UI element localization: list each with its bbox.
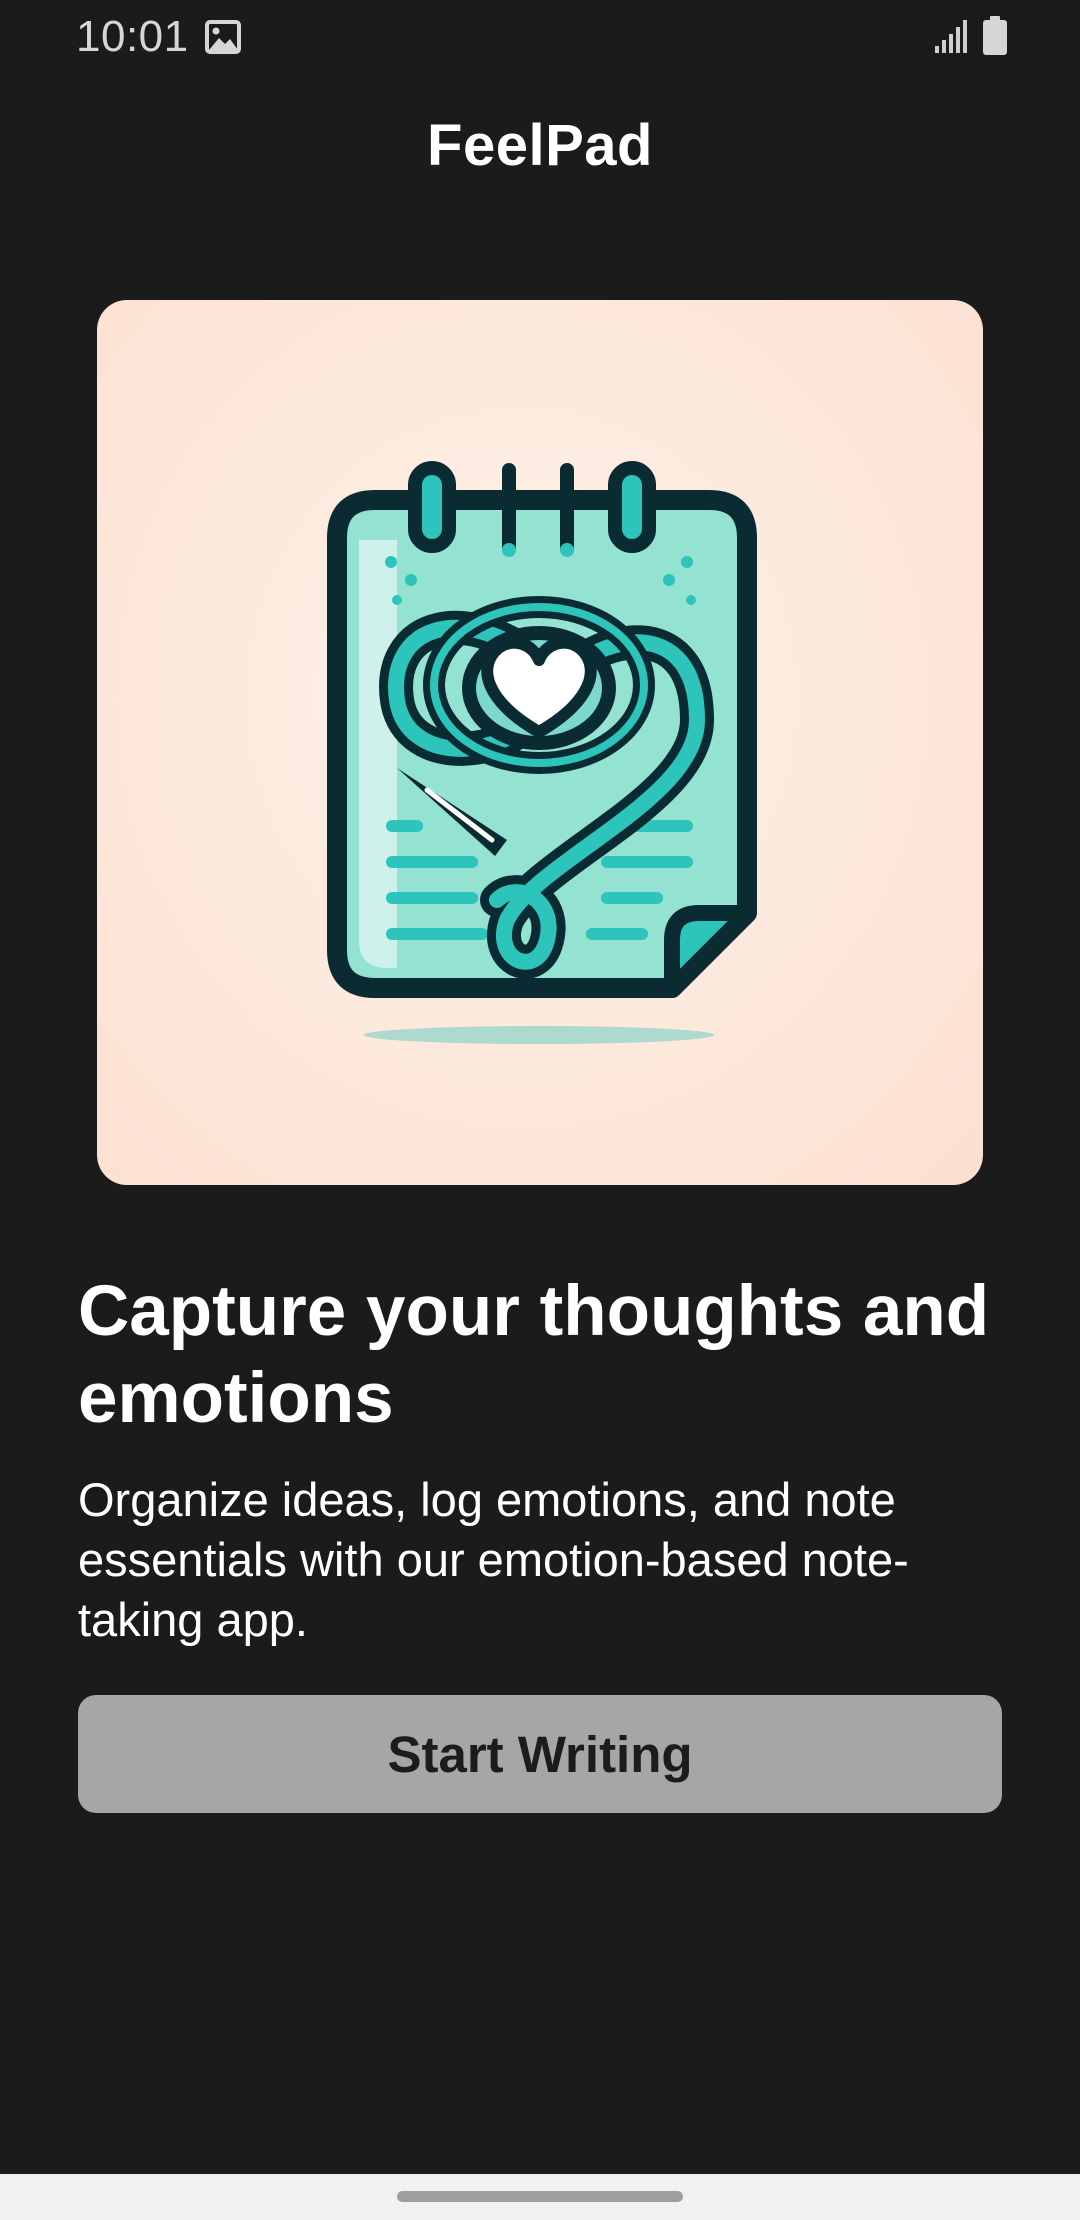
- app-title: FeelPad: [427, 113, 653, 178]
- start-writing-button[interactable]: Start Writing: [78, 1695, 1002, 1813]
- photo-icon: [205, 20, 241, 54]
- status-bar: 10:01: [0, 0, 1080, 76]
- status-time: 10:01: [76, 12, 189, 61]
- home-indicator[interactable]: [397, 2191, 683, 2202]
- notepad-heart-icon: [327, 461, 757, 1044]
- battery-icon: [983, 16, 1007, 55]
- signal-icon: [935, 20, 967, 53]
- onboarding-headline: Capture your thoughts and emotions: [78, 1272, 990, 1438]
- navigation-bar: [0, 2174, 1080, 2220]
- onboarding-description: Organize ideas, log emotions, and note e…: [78, 1473, 909, 1646]
- hero-illustration: [97, 300, 983, 1185]
